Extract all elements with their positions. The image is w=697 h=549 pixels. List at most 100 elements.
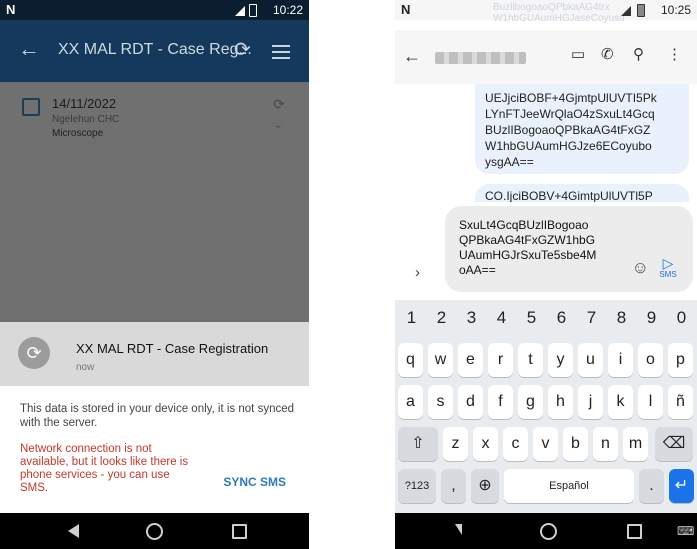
key-y[interactable]: y	[548, 343, 573, 377]
back-icon[interactable]	[455, 524, 462, 535]
back-arrow-icon[interactable]: ←	[18, 36, 40, 62]
backspace-icon[interactable]: ⌫	[655, 427, 693, 461]
keyboard: 1 2 3 4 5 6 7 8 9 0 q w e r t y u i o p …	[395, 300, 697, 513]
back-arrow-icon[interactable]: ←	[403, 46, 421, 67]
space-bar[interactable]: Español	[504, 469, 634, 503]
message-input[interactable]: SxuLt4GcqBUzlIBogoao QPBkaAG4tFxGZW1hbG …	[445, 206, 693, 292]
sync-icon[interactable]: ⟳	[234, 37, 251, 62]
key-v[interactable]: v	[533, 427, 558, 461]
key-k[interactable]: k	[608, 385, 633, 419]
event-list: 14/11/2022 Ngelehun CHC Microscope ⟳ ⌄	[0, 82, 309, 322]
key-u[interactable]: u	[578, 343, 603, 377]
letter-row-3: ⇧ z x c v b n m ⌫	[395, 424, 697, 464]
key-c[interactable]: c	[503, 427, 528, 461]
key-l[interactable]: l	[638, 385, 663, 419]
key-w[interactable]: w	[428, 343, 453, 377]
message-input-text: SxuLt4GcqBUzlIBogoao QPBkaAG4tFxGZW1hbG …	[459, 218, 597, 277]
key-z[interactable]: z	[443, 427, 468, 461]
left-phone-screen: N 10:22 ← XX MAL RDT - Case Reg... ⟳ 14/…	[0, 0, 309, 549]
signal-icon	[621, 6, 631, 16]
letter-row-2: a s d f g h j k l ñ	[395, 382, 697, 422]
app-bar: ← XX MAL RDT - Case Reg... ⟳	[0, 20, 309, 82]
phone-call-icon[interactable]: ✆	[601, 45, 614, 63]
symbols-key[interactable]: ?123	[398, 469, 436, 503]
home-icon[interactable]	[540, 523, 557, 540]
key-4[interactable]: 4	[488, 308, 515, 328]
key-5[interactable]: 5	[518, 308, 545, 328]
system-nav-bar: ⌨	[395, 513, 697, 549]
send-label: SMS	[659, 270, 677, 279]
key-f[interactable]: f	[488, 385, 513, 419]
globe-icon[interactable]: ⊕	[471, 469, 499, 503]
key-3[interactable]: 3	[458, 308, 485, 328]
shift-icon[interactable]: ⇧	[398, 427, 438, 461]
key-s[interactable]: s	[428, 385, 453, 419]
key-9[interactable]: 9	[638, 308, 665, 328]
sync-notification: ⟳ XX MAL RDT - Case Registration now	[0, 322, 309, 386]
status-bar: N BuzllbogoaoQPbkaAG4trx W1hbGUAumHGJase…	[395, 0, 697, 24]
key-e[interactable]: e	[458, 343, 483, 377]
key-n-tilde[interactable]: ñ	[668, 385, 693, 419]
key-8[interactable]: 8	[608, 308, 635, 328]
right-phone-screen: N BuzllbogoaoQPbkaAG4trx W1hbGUAumHGJase…	[395, 0, 697, 549]
more-vert-icon[interactable]: ⋮	[667, 45, 682, 63]
key-6[interactable]: 6	[548, 308, 575, 328]
key-a[interactable]: a	[398, 385, 423, 419]
key-t[interactable]: t	[518, 343, 543, 377]
key-2[interactable]: 2	[428, 308, 455, 328]
key-h[interactable]: h	[548, 385, 573, 419]
key-g[interactable]: g	[518, 385, 543, 419]
key-m[interactable]: m	[623, 427, 648, 461]
sync-sms-button[interactable]: SYNC SMS	[223, 475, 286, 489]
signal-icon	[235, 6, 245, 16]
event-method: Microscope	[52, 128, 104, 139]
notification-time: now	[76, 362, 95, 373]
back-icon[interactable]	[68, 524, 79, 538]
key-o[interactable]: o	[638, 343, 663, 377]
recents-icon[interactable]	[627, 524, 642, 539]
enter-icon[interactable]: ↵	[669, 469, 694, 503]
expand-icon[interactable]: ›	[415, 264, 420, 281]
search-icon[interactable]: ⚲	[633, 45, 644, 63]
message-bubble[interactable]: UEJjciBOBF+4GjmtpUlUVTI5Pk LYnFTJeeWrQla…	[475, 84, 689, 174]
event-org-unit: Ngelehun CHC	[52, 114, 120, 125]
letter-row-1: q w e r t y u i o p	[395, 340, 697, 380]
event-date: 14/11/2022	[52, 96, 117, 111]
key-7[interactable]: 7	[578, 308, 605, 328]
key-1[interactable]: 1	[398, 308, 425, 328]
key-n[interactable]: n	[593, 427, 618, 461]
ghost-message-text: BuzllbogoaoQPbkaAG4trx W1hbGUAumHGJaseCo…	[493, 2, 625, 24]
keyboard-icon[interactable]: ⌨	[677, 524, 694, 538]
key-0[interactable]: 0	[668, 308, 695, 328]
key-i[interactable]: i	[608, 343, 633, 377]
sync-bottom-sheet: ⟳ XX MAL RDT - Case Registration now Thi…	[0, 322, 309, 513]
status-bar: N 10:22	[0, 0, 309, 20]
filter-icon[interactable]	[272, 45, 290, 63]
key-r[interactable]: r	[488, 343, 513, 377]
card-sync-icon[interactable]: ⟳	[273, 96, 285, 113]
contact-name-redacted	[435, 52, 526, 64]
comma-key[interactable]: ,	[441, 469, 466, 503]
key-d[interactable]: d	[458, 385, 483, 419]
recents-icon[interactable]	[232, 524, 247, 539]
battery-icon	[637, 4, 645, 17]
bottom-row: ?123 , ⊕ Español . ↵	[395, 466, 697, 506]
key-b[interactable]: b	[563, 427, 588, 461]
home-icon[interactable]	[146, 523, 163, 540]
video-call-icon[interactable]: ▭	[571, 45, 585, 63]
carrier-icon: N	[6, 2, 16, 17]
key-q[interactable]: q	[398, 343, 423, 377]
chevron-down-icon[interactable]: ⌄	[274, 118, 283, 131]
send-icon: ▷	[662, 255, 674, 271]
send-sms-button[interactable]: ▷ SMS	[657, 256, 679, 279]
key-x[interactable]: x	[473, 427, 498, 461]
system-nav-bar	[0, 513, 309, 549]
message-thread: UEJjciBOBF+4GjmtpUlUVTI5Pk LYnFTJeeWrQla…	[395, 84, 697, 210]
event-card[interactable]: 14/11/2022 Ngelehun CHC Microscope ⟳ ⌄	[8, 92, 301, 140]
key-j[interactable]: j	[578, 385, 603, 419]
emoji-icon[interactable]: ☺	[632, 258, 649, 278]
period-key[interactable]: .	[639, 469, 664, 503]
key-p[interactable]: p	[668, 343, 693, 377]
compose-bar: › SxuLt4GcqBUzlIBogoao QPBkaAG4tFxGZW1hb…	[395, 202, 697, 300]
carrier-icon: N	[401, 2, 411, 17]
